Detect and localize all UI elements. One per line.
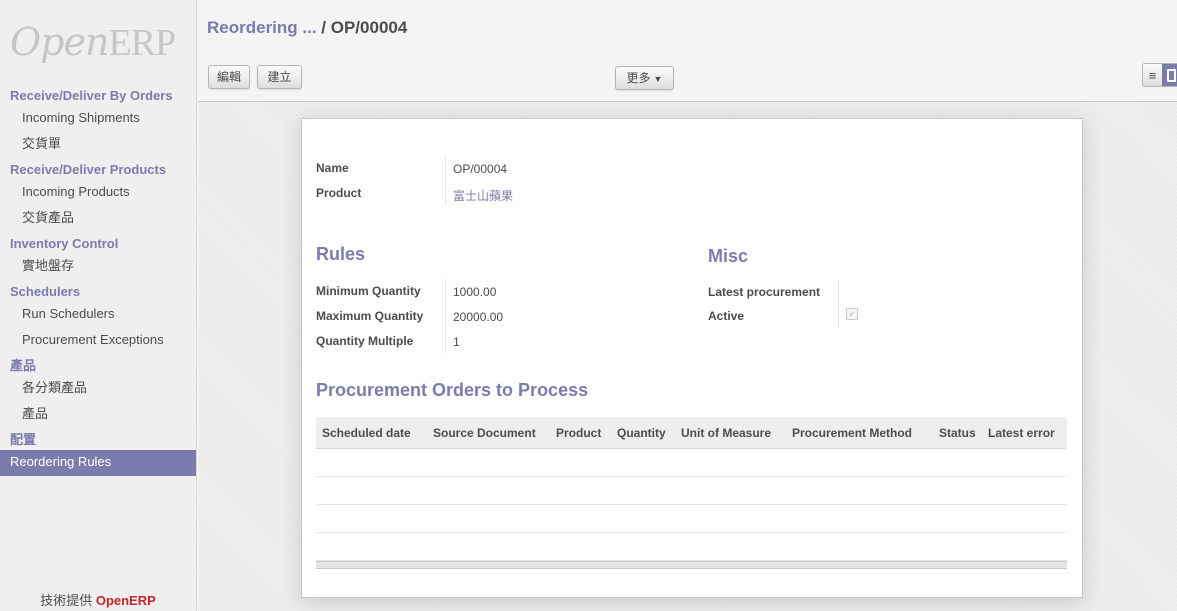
max-qty-label: Maximum Quantity [316,309,424,323]
breadcrumb-current: OP/00004 [330,18,408,37]
column-status[interactable]: Status [939,426,988,440]
field-divider [445,279,446,353]
table-row [316,533,1067,561]
max-qty-value: 20000.00 [453,310,504,324]
footer-openerp-link[interactable]: OpenERP [96,593,156,608]
caret-down-icon: ▼ [653,74,663,84]
procurement-section-title: Procurement Orders to Process [316,380,589,400]
menu-item-procurement-exceptions[interactable]: Procurement Exceptions [0,328,196,354]
openerp-logo[interactable]: OpenERP [10,20,176,65]
field-divider [445,157,446,205]
menu-item-products[interactable]: 產品 [0,402,196,428]
breadcrumb-separator: / [316,18,331,37]
column-scheduled-date[interactable]: Scheduled date [322,426,433,440]
procurement-orders-table: Scheduled date Source Document Product Q… [316,417,1067,569]
form-view-icon[interactable] [1162,64,1177,86]
min-qty-value: 1000.00 [453,285,497,299]
sidebar: OpenERP Receive/Deliver By Orders Incomi… [0,0,197,611]
table-row [316,505,1067,533]
form-background: Name OP/00004 Product 富士山蘋果 Rules Minimu… [198,102,1177,611]
column-product[interactable]: Product [556,426,617,440]
menu-head-schedulers[interactable]: Schedulers [0,280,196,302]
menu-item-run-schedulers[interactable]: Run Schedulers [0,302,196,328]
menu-item-delivery-orders[interactable]: 交貨單 [0,132,196,158]
column-unit-of-measure[interactable]: Unit of Measure [681,426,792,440]
menu-item-physical-inventory[interactable]: 實地盤存 [0,254,196,280]
sidebar-menu: Receive/Deliver By Orders Incoming Shipm… [0,84,196,476]
table-header: Scheduled date Source Document Product Q… [316,417,1067,449]
table-footer [316,561,1067,569]
menu-head-configuration[interactable]: 配置 [0,428,196,450]
qty-multiple-value: 1 [453,335,460,349]
edit-button[interactable]: 編輯 [208,65,250,89]
list-view-icon[interactable]: ≡ [1143,64,1162,86]
menu-head-receive-deliver-orders[interactable]: Receive/Deliver By Orders [0,84,196,106]
menu-item-products-by-category[interactable]: 各分類產品 [0,376,196,402]
menu-item-delivery-products[interactable]: 交貨產品 [0,206,196,232]
column-procurement-method[interactable]: Procurement Method [792,426,939,440]
create-button[interactable]: 建立 [257,65,302,89]
menu-head-receive-deliver-products[interactable]: Receive/Deliver Products [0,158,196,180]
rules-section-title: Rules [316,244,366,264]
menu-item-incoming-products[interactable]: Incoming Products [0,180,196,206]
product-label: Product [316,186,362,200]
logo-erp: ERP [108,22,176,64]
menu-head-inventory-control[interactable]: Inventory Control [0,232,196,254]
latest-procurement-label: Latest procurement [708,285,821,299]
misc-section-title: Misc [708,246,749,266]
breadcrumb-parent-link[interactable]: Reordering ... [207,18,317,37]
form-sheet: Name OP/00004 Product 富士山蘋果 Rules Minimu… [301,118,1083,598]
menu-item-reordering-rules[interactable]: Reordering Rules [0,450,196,476]
breadcrumb: Reordering ... / OP/00004 [207,18,407,38]
product-link[interactable]: 富士山蘋果 [453,187,513,204]
active-label: Active [708,309,745,323]
qty-multiple-label: Quantity Multiple [316,334,414,348]
menu-head-products[interactable]: 產品 [0,354,196,376]
menu-item-incoming-shipments[interactable]: Incoming Shipments [0,106,196,132]
view-switcher: ≡ [1142,63,1177,87]
more-label: 更多 [626,71,651,85]
view-header: Reordering ... / OP/00004 編輯 建立 更多 ▼ ≡ [198,0,1177,102]
logo-open: Open [10,20,109,64]
active-checkbox[interactable]: ✓ [846,308,858,320]
column-latest-error[interactable]: Latest error [988,426,1066,440]
sidebar-footer: 技術提供 OpenERP [0,590,196,611]
column-source-document[interactable]: Source Document [433,426,556,440]
name-value: OP/00004 [453,162,508,176]
footer-prefix: 技術提供 [40,593,93,608]
more-dropdown-button[interactable]: 更多 ▼ [615,66,674,90]
table-row [316,449,1067,477]
min-qty-label: Minimum Quantity [316,284,421,298]
table-row [316,477,1067,505]
name-label: Name [316,161,349,175]
field-divider [838,279,839,329]
column-quantity[interactable]: Quantity [617,426,681,440]
